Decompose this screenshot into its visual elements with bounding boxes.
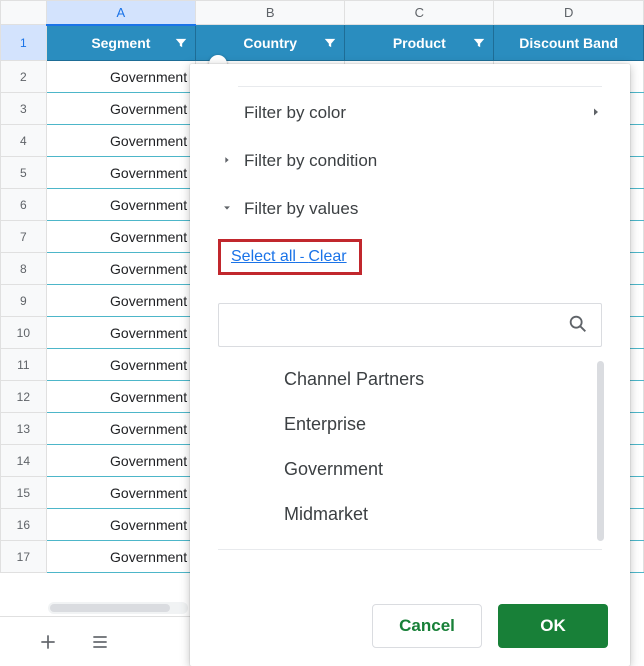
filter-search-input[interactable] bbox=[231, 317, 567, 334]
filter-value-item[interactable]: Midmarket bbox=[218, 492, 602, 537]
filter-by-condition-label: Filter by condition bbox=[244, 151, 377, 171]
chevron-right-icon bbox=[590, 103, 602, 123]
header-label: Product bbox=[393, 35, 446, 51]
cell[interactable]: Government bbox=[46, 61, 195, 93]
divider bbox=[218, 549, 602, 550]
select-clear-highlight: Select all - Clear bbox=[218, 239, 362, 275]
row-header[interactable]: 15 bbox=[1, 477, 47, 509]
filter-value-item[interactable]: Enterprise bbox=[218, 402, 602, 447]
cancel-label: Cancel bbox=[399, 616, 455, 636]
cancel-button[interactable]: Cancel bbox=[372, 604, 482, 648]
col-header-D[interactable]: D bbox=[494, 1, 644, 25]
caret-down-icon bbox=[218, 202, 236, 216]
header-label: Country bbox=[243, 35, 297, 51]
ok-label: OK bbox=[540, 616, 566, 636]
filter-icon[interactable] bbox=[173, 35, 189, 51]
row-header[interactable]: 8 bbox=[1, 253, 47, 285]
panel-footer: Cancel OK bbox=[190, 588, 630, 666]
row-header[interactable]: 12 bbox=[1, 381, 47, 413]
cell[interactable]: Government bbox=[46, 253, 195, 285]
col-header-C[interactable]: C bbox=[345, 1, 494, 25]
add-sheet-button[interactable] bbox=[38, 632, 58, 652]
row-header[interactable]: 10 bbox=[1, 317, 47, 349]
row-header[interactable]: 11 bbox=[1, 349, 47, 381]
row-header[interactable]: 4 bbox=[1, 125, 47, 157]
row-header[interactable]: 5 bbox=[1, 157, 47, 189]
cell[interactable]: Government bbox=[46, 157, 195, 189]
separator: - bbox=[296, 248, 308, 264]
header-label: Segment bbox=[91, 35, 150, 51]
cell[interactable]: Government bbox=[46, 221, 195, 253]
scrollbar-thumb[interactable] bbox=[50, 604, 170, 612]
filter-by-values-label: Filter by values bbox=[244, 199, 358, 219]
cell[interactable]: Government bbox=[46, 317, 195, 349]
filter-value-item[interactable]: Channel Partners bbox=[218, 357, 602, 402]
cell[interactable]: Government bbox=[46, 189, 195, 221]
filter-value-label: Enterprise bbox=[284, 414, 366, 434]
filter-by-condition-row[interactable]: Filter by condition bbox=[190, 137, 630, 185]
row-header[interactable]: 2 bbox=[1, 61, 47, 93]
header-label: Discount Band bbox=[519, 35, 618, 51]
row-header[interactable]: 17 bbox=[1, 541, 47, 573]
filter-search[interactable] bbox=[218, 303, 602, 347]
cell[interactable]: Government bbox=[46, 349, 195, 381]
row-header[interactable]: 13 bbox=[1, 413, 47, 445]
row-header[interactable]: 16 bbox=[1, 509, 47, 541]
filter-value-label: Government bbox=[284, 459, 383, 479]
filter-value-label: Channel Partners bbox=[284, 369, 424, 389]
select-all-cell[interactable] bbox=[1, 1, 47, 25]
cell[interactable]: Government bbox=[46, 541, 195, 573]
row-header[interactable]: 3 bbox=[1, 93, 47, 125]
filter-icon[interactable] bbox=[471, 35, 487, 51]
cell[interactable]: Government bbox=[46, 509, 195, 541]
values-scrollbar[interactable] bbox=[597, 361, 604, 541]
header-cell-segment[interactable]: Segment bbox=[46, 25, 195, 61]
cell[interactable]: Government bbox=[46, 445, 195, 477]
filter-panel: Filter by color Filter by condition Filt… bbox=[190, 64, 630, 666]
row-header[interactable]: 9 bbox=[1, 285, 47, 317]
header-cell-discount-band[interactable]: Discount Band bbox=[494, 25, 644, 61]
cell[interactable]: Government bbox=[46, 477, 195, 509]
divider bbox=[238, 86, 602, 87]
caret-right-icon bbox=[218, 154, 236, 168]
col-header-B[interactable]: B bbox=[196, 1, 345, 25]
col-header-A[interactable]: A bbox=[46, 1, 195, 25]
clear-link[interactable]: Clear bbox=[308, 248, 346, 265]
filter-by-color-label: Filter by color bbox=[244, 103, 346, 123]
row-header[interactable]: 14 bbox=[1, 445, 47, 477]
cell[interactable]: Government bbox=[46, 381, 195, 413]
filter-icon[interactable] bbox=[322, 35, 338, 51]
row-header[interactable]: 1 bbox=[1, 25, 47, 61]
cell[interactable]: Government bbox=[46, 285, 195, 317]
ok-button[interactable]: OK bbox=[498, 604, 608, 648]
filter-values-list: Channel Partners Enterprise Government M… bbox=[218, 357, 602, 537]
sheet-tabs-bar bbox=[0, 616, 190, 666]
horizontal-scrollbar[interactable] bbox=[48, 602, 188, 614]
row-header[interactable]: 7 bbox=[1, 221, 47, 253]
row-header[interactable]: 6 bbox=[1, 189, 47, 221]
filter-value-label: Midmarket bbox=[284, 504, 368, 524]
search-icon bbox=[567, 313, 589, 338]
header-cell-product[interactable]: Product bbox=[345, 25, 494, 61]
all-sheets-button[interactable] bbox=[90, 632, 110, 652]
filter-by-color-row[interactable]: Filter by color bbox=[190, 89, 630, 137]
filter-value-item[interactable]: Government bbox=[218, 447, 602, 492]
cell[interactable]: Government bbox=[46, 93, 195, 125]
filter-by-values-row[interactable]: Filter by values bbox=[190, 185, 630, 233]
cell[interactable]: Government bbox=[46, 125, 195, 157]
select-all-link[interactable]: Select all bbox=[231, 248, 296, 265]
cell[interactable]: Government bbox=[46, 413, 195, 445]
